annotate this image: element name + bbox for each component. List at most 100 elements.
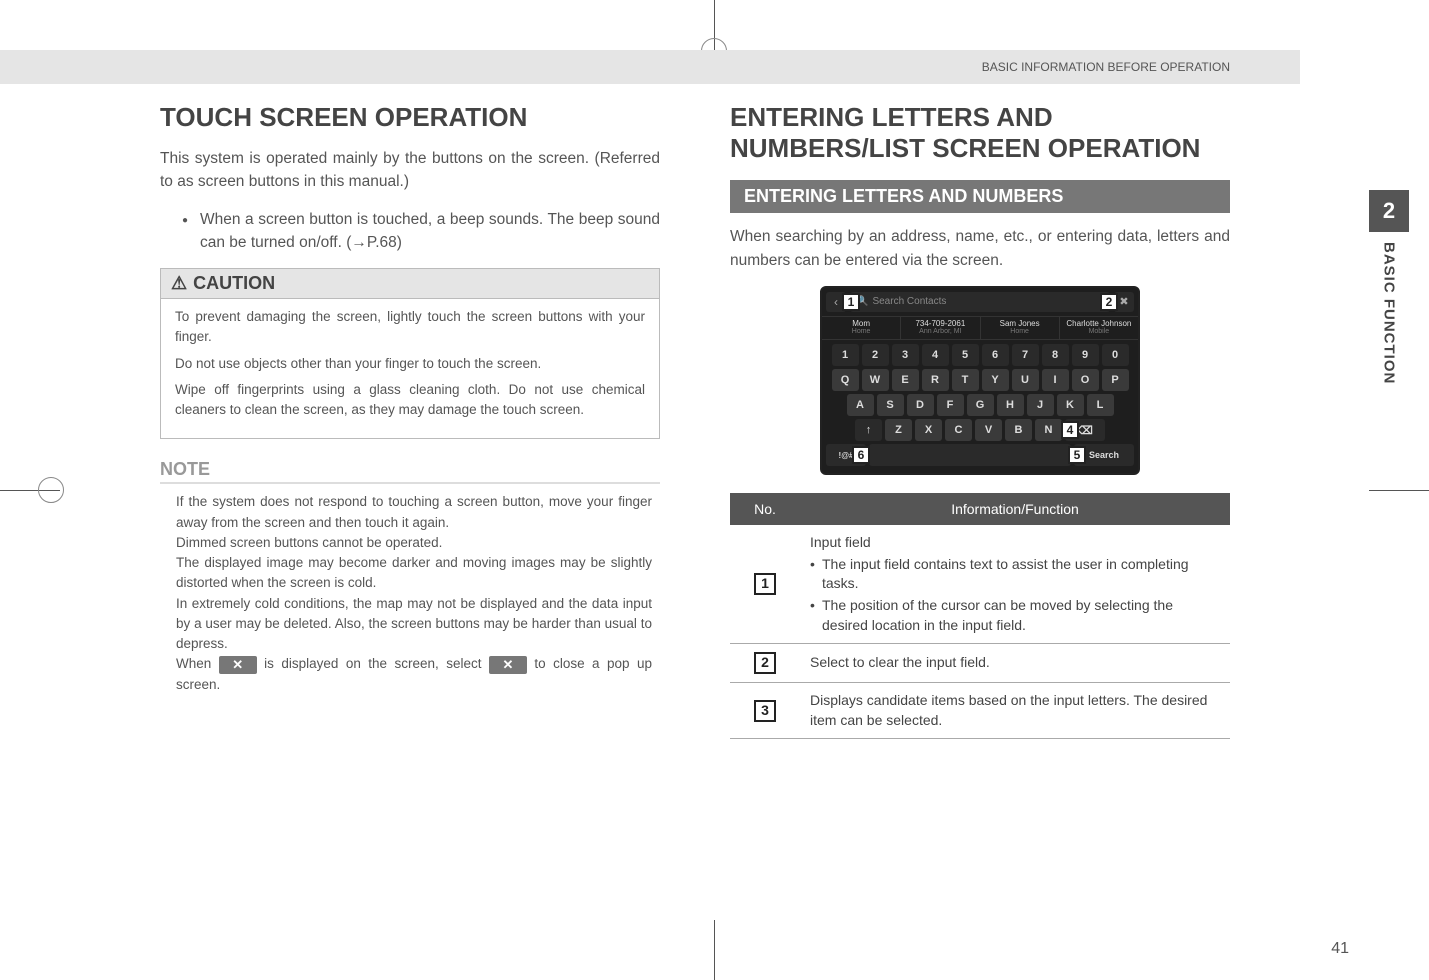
key: 5 (952, 344, 979, 366)
callout-5: 5 (1068, 446, 1086, 464)
key: 1 (832, 344, 859, 366)
key: 9 (1072, 344, 1099, 366)
note-item-last: When ✕ is displayed on the screen, selec… (176, 654, 652, 695)
search-key: 5 Search (1074, 444, 1134, 466)
key: F (937, 394, 964, 416)
backspace-key: 4 ⌫ (1065, 419, 1105, 441)
key: 7 (1012, 344, 1039, 366)
right-title: ENTERING LETTERS AND NUMBERS/LIST SCREEN… (730, 102, 1230, 164)
note-item: In extremely cold conditions, the map ma… (176, 594, 652, 655)
suggestion: Sam Jones Home (981, 317, 1060, 339)
clear-icon: 2 ✖ (1114, 292, 1134, 312)
chapter-tab: 2 BASIC FUNCTION (1369, 190, 1409, 384)
close-icon: ✕ (489, 656, 527, 674)
key: 8 (1042, 344, 1069, 366)
callout-1: 1 (842, 293, 860, 311)
backspace-icon: ⌫ (1077, 424, 1093, 437)
suggestion-sub: Home (981, 328, 1059, 336)
suggestion: Mom Home (822, 317, 901, 339)
key: J (1027, 394, 1054, 416)
key: U (1012, 369, 1039, 391)
callout-2: 2 (1100, 293, 1118, 311)
text: Search (1089, 450, 1119, 460)
key: C (945, 419, 972, 441)
search-input: 1 🔍 Search Contacts (850, 292, 1110, 312)
table-head-no: No. (730, 493, 800, 525)
key: D (907, 394, 934, 416)
key: P (1102, 369, 1129, 391)
caution-box: ⚠ CAUTION To prevent damaging the screen… (160, 268, 660, 439)
table-row: 3 Displays candidate items based on the … (730, 683, 1230, 739)
key: 2 (862, 344, 889, 366)
header-strip: BASIC INFORMATION BEFORE OPERATION (0, 50, 1300, 84)
space-key (869, 444, 1071, 466)
text: is displayed on the screen, select (264, 656, 489, 671)
text: When (176, 656, 219, 671)
caution-label: CAUTION (193, 273, 275, 294)
crop-mark (714, 920, 715, 980)
row-text: Displays candidate items based on the in… (800, 683, 1230, 739)
breadcrumb: BASIC INFORMATION BEFORE OPERATION (982, 60, 1230, 74)
page: BASIC INFORMATION BEFORE OPERATION TOUCH… (120, 50, 1300, 920)
key: Z (885, 419, 912, 441)
key: Q (832, 369, 859, 391)
row-title: Input field (810, 533, 1220, 553)
key: V (975, 419, 1002, 441)
left-bullet: When a screen button is touched, a beep … (200, 208, 660, 255)
right-column: ENTERING LETTERS AND NUMBERS/LIST SCREEN… (730, 102, 1230, 739)
note-heading: NOTE (160, 459, 660, 484)
key: G (967, 394, 994, 416)
note-item: If the system does not respond to touchi… (176, 492, 652, 533)
note-body: If the system does not respond to touchi… (160, 492, 660, 695)
chapter-number: 2 (1369, 190, 1409, 232)
row-bullet: The position of the cursor can be moved … (810, 596, 1220, 635)
caution-heading: ⚠ CAUTION (161, 269, 659, 299)
row-bullet: The input field contains text to assist … (810, 555, 1220, 594)
key: 3 (892, 344, 919, 366)
left-column: TOUCH SCREEN OPERATION This system is op… (160, 102, 660, 739)
suggestion-title: Charlotte Johnson (1060, 320, 1138, 328)
key: 4 (922, 344, 949, 366)
info-table: No. Information/Function 1 Input field T… (730, 493, 1230, 739)
key: W (862, 369, 889, 391)
suggestion-sub: Ann Arbor, MI (901, 328, 979, 336)
caution-item: Wipe off fingerprints using a glass clea… (175, 380, 645, 421)
key: I (1042, 369, 1069, 391)
suggestion: 734-709-2061 Ann Arbor, MI (901, 317, 980, 339)
key: A (847, 394, 874, 416)
search-placeholder: Search Contacts (872, 296, 946, 307)
suggestion-title: Mom (822, 320, 900, 328)
note-item: The displayed image may become darker an… (176, 553, 652, 594)
section-bar: ENTERING LETTERS AND NUMBERS (730, 180, 1230, 213)
caution-item: Do not use objects other than your finge… (175, 354, 645, 374)
key: B (1005, 419, 1032, 441)
key: S (877, 394, 904, 416)
key: K (1057, 394, 1084, 416)
keyboard-illustration: ‹ 1 🔍 Search Contacts 2 ✖ Mo (820, 286, 1140, 475)
left-intro: This system is operated mainly by the bu… (160, 147, 660, 194)
shift-key: ↑ (855, 419, 882, 441)
suggestions-row: Mom Home 734-709-2061 Ann Arbor, MI Sam … (822, 316, 1138, 340)
table-head-info: Information/Function (800, 493, 1230, 525)
symbols-key: 6 !@# (826, 444, 866, 466)
key: 6 (982, 344, 1009, 366)
key: E (892, 369, 919, 391)
chapter-label: BASIC FUNCTION (1381, 242, 1398, 384)
key: L (1087, 394, 1114, 416)
warning-icon: ⚠ (171, 273, 187, 294)
key: R (922, 369, 949, 391)
close-icon: ✕ (219, 656, 257, 674)
left-title: TOUCH SCREEN OPERATION (160, 102, 660, 133)
note-item: Dimmed screen buttons cannot be operated… (176, 533, 652, 553)
row-number: 2 (754, 652, 776, 674)
crop-mark (1369, 490, 1429, 491)
caution-item: To prevent damaging the screen, lightly … (175, 307, 645, 348)
key: O (1072, 369, 1099, 391)
row-number: 3 (754, 700, 776, 722)
key: N (1035, 419, 1062, 441)
table-row: 2 Select to clear the input field. (730, 644, 1230, 683)
key: 0 (1102, 344, 1129, 366)
suggestion-title: Sam Jones (981, 320, 1059, 328)
row-number: 1 (754, 573, 776, 595)
right-intro: When searching by an address, name, etc.… (730, 225, 1230, 272)
